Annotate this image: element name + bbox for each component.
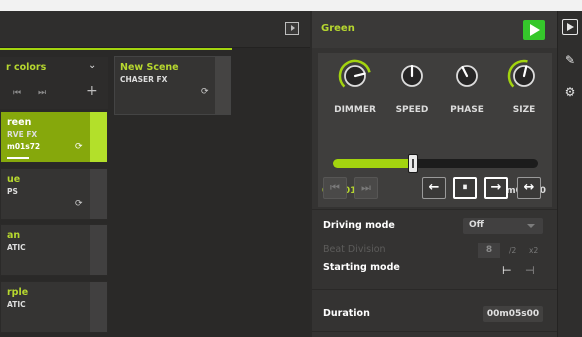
knob-phase[interactable]: [442, 59, 492, 93]
start-from-beginning-icon[interactable]: ⊢: [502, 264, 512, 277]
fx-card-cyan[interactable]: an ATIC: [0, 224, 108, 276]
knob-dimmer[interactable]: [330, 59, 380, 93]
fx-time: m01s72: [7, 142, 41, 151]
skip-back-button[interactable]: ⏮: [323, 177, 347, 199]
skip-back-icon[interactable]: ⏮: [13, 88, 21, 98]
scene-type: CHASER FX: [120, 75, 168, 84]
knob-label-dimmer: DIMMER: [334, 105, 376, 115]
skip-forward-icon[interactable]: ⏭: [38, 88, 46, 98]
knob-size[interactable]: [499, 59, 549, 93]
fx-type: ATIC: [7, 300, 26, 309]
fx-title: an: [7, 230, 21, 241]
card-grip[interactable]: [215, 57, 230, 114]
fx-title: reen: [7, 117, 32, 128]
divider: [312, 209, 557, 210]
loop-icon[interactable]: ⟳: [75, 199, 83, 209]
fx-card-purple[interactable]: rple ATIC: [0, 281, 108, 333]
chevron-down-icon[interactable]: ⌄: [88, 60, 96, 71]
driving-mode-label: Driving mode: [323, 220, 395, 231]
fx-card-blue[interactable]: ue PS ⟳: [0, 168, 108, 220]
card-grip[interactable]: [90, 282, 107, 332]
window-top-bar: [0, 0, 582, 11]
divide-by-2-button[interactable]: /2: [509, 246, 516, 255]
duration-label: Duration: [323, 308, 370, 319]
loop-icon[interactable]: ⟳: [201, 87, 209, 97]
knob-speed[interactable]: [387, 59, 437, 93]
fx-type: RVE FX: [7, 130, 38, 139]
divider: [312, 331, 557, 332]
fx-title: rple: [7, 287, 29, 298]
starting-mode-label: Starting mode: [323, 262, 400, 273]
beat-division-label: Beat Division: [323, 244, 386, 255]
gear-icon[interactable]: ⚙: [562, 84, 578, 100]
driving-mode-value: Off: [469, 220, 484, 230]
fx-editor-header: Green: [312, 11, 557, 48]
duration-value[interactable]: 00m05s00: [483, 306, 543, 322]
plus-icon[interactable]: +: [86, 83, 98, 99]
play-box-icon[interactable]: [562, 19, 578, 35]
tool-sidebar: ✎ ⚙: [557, 11, 582, 337]
scene-list-panel: r colors ⌄ ⏮ ⏭ + New Scene CHASER FX ⟳ r…: [0, 11, 310, 337]
fx-type: PS: [7, 187, 18, 196]
fx-editor-title: Green: [321, 23, 355, 34]
play-button[interactable]: [523, 20, 545, 40]
caret-down-icon: [527, 224, 535, 228]
knob-label-speed: SPEED: [395, 105, 429, 115]
skip-forward-button[interactable]: ⏭: [354, 177, 378, 199]
scene-title: New Scene: [120, 62, 179, 73]
position-slider[interactable]: [333, 154, 538, 173]
group-name: r colors: [6, 62, 47, 73]
slider-thumb[interactable]: [408, 154, 418, 173]
knob-dial: [456, 65, 478, 87]
expand-panel-icon[interactable]: [285, 22, 299, 35]
color-group[interactable]: r colors ⌄ ⏮ ⏭ +: [0, 57, 108, 109]
slider-fill: [333, 159, 413, 168]
fx-card-green[interactable]: reen RVE FX m01s72 ⟳: [0, 111, 108, 163]
start-from-position-icon[interactable]: ⊣: [525, 264, 535, 277]
beat-division-value: 8: [478, 243, 500, 258]
knob-dial: [338, 59, 371, 88]
knob-dial: [401, 64, 423, 87]
driving-mode-select[interactable]: Off: [463, 218, 543, 234]
divider: [312, 289, 557, 290]
direction-forward-button[interactable]: →: [484, 177, 508, 199]
knob-label-size: SIZE: [512, 105, 536, 115]
multiply-by-2-button[interactable]: x2: [529, 246, 538, 255]
direction-backward-button[interactable]: ←: [422, 177, 446, 199]
card-grip[interactable]: [90, 112, 107, 162]
pencil-icon[interactable]: ✎: [562, 52, 578, 68]
knob-label-phase: PHASE: [450, 105, 484, 115]
card-grip[interactable]: [90, 169, 107, 219]
scene-list-header: [0, 11, 310, 48]
fx-editor-panel: Green DIMMERSPEEDPHASESIZE 00m01s72 00m0…: [312, 11, 557, 337]
knob-dial: [507, 59, 535, 88]
scene-card-new-scene[interactable]: New Scene CHASER FX ⟳: [114, 56, 231, 115]
loop-icon[interactable]: ⟳: [75, 142, 83, 152]
fx-type: ATIC: [7, 243, 26, 252]
fx-title: ue: [7, 174, 21, 185]
fx-progress-bar: [7, 157, 29, 159]
group-underline: [0, 48, 232, 50]
pause-button[interactable]: ⏸: [453, 177, 477, 199]
card-grip[interactable]: [90, 225, 107, 275]
direction-bounce-button[interactable]: ↔: [517, 177, 541, 199]
